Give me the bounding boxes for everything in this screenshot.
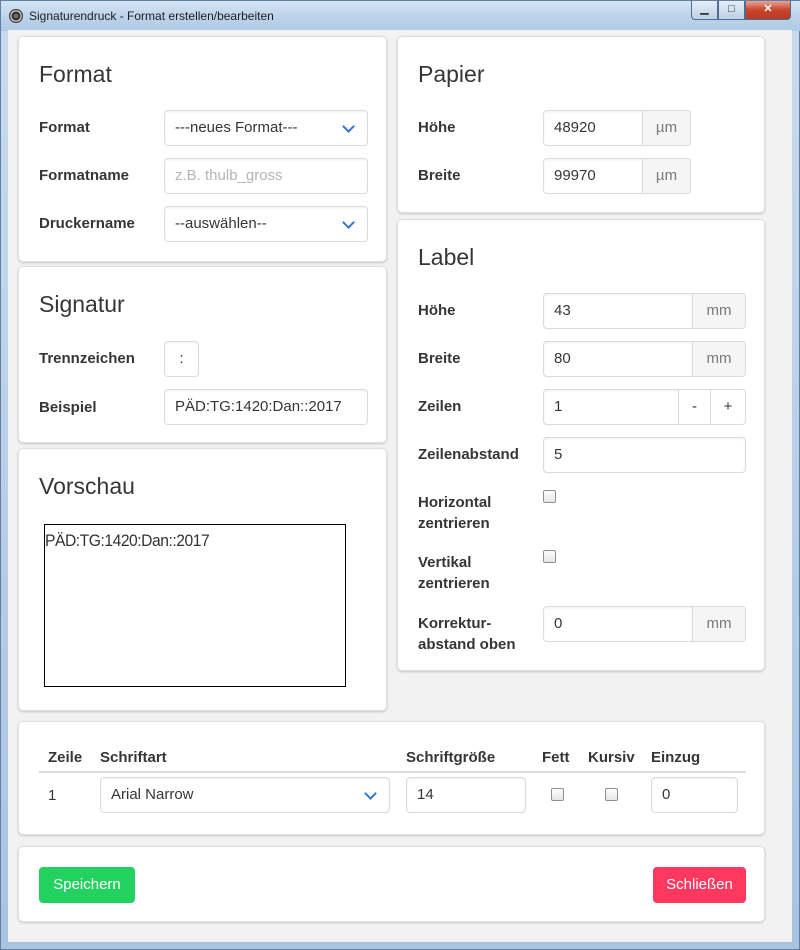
signatur-card: Signatur Trennzeichen : Beispiel PÄD:TG:… (18, 266, 387, 443)
format-card: Format Format ---neues Format--- Formatn… (18, 36, 387, 262)
druckername-select[interactable]: --auswählen-- (164, 206, 368, 242)
label-card: Label Höhe 43 mm Breite 80 mm Zeilen 1 -… (397, 219, 765, 671)
druckername-select-value: --auswählen-- (175, 215, 267, 232)
zeilen-table-card: Zeile Schriftart Schriftgröße Fett Kursi… (18, 721, 765, 835)
label-preview-box: PÄD:TG:1420:Dan::2017 (44, 524, 346, 687)
papier-hoehe-label: Höhe (418, 119, 456, 136)
col-header-zeile: Zeile (48, 749, 83, 766)
chevron-down-icon (342, 120, 355, 133)
papier-hoehe-input[interactable]: 48920 (543, 110, 643, 146)
horizontal-label-line1: Horizontal (418, 494, 492, 511)
label-breite-label: Breite (418, 350, 461, 367)
format-card-title: Format (39, 61, 112, 87)
row-schriftgroesse-input[interactable]: 14 (406, 777, 526, 813)
trennzeichen-label: Trennzeichen (39, 350, 135, 367)
korrekturabstand-label: Korrektur- abstand oben (418, 613, 516, 655)
korrekturabstand-input[interactable]: 0 (543, 606, 693, 642)
signatur-card-title: Signatur (39, 291, 125, 317)
row-zeile-value: 1 (48, 787, 57, 804)
window-client-area: Format Format ---neues Format--- Formatn… (8, 30, 792, 942)
close-window-button[interactable]: ✕ (745, 1, 791, 20)
papier-card: Papier Höhe 48920 µm Breite 99970 µm (397, 36, 765, 213)
korrektur-label-line2: abstand oben (418, 636, 516, 653)
vorschau-card: Vorschau PÄD:TG:1420:Dan::2017 (18, 448, 387, 711)
save-button[interactable]: Speichern (39, 867, 135, 903)
vertikal-label-line2: zentrieren (418, 575, 490, 592)
korrektur-label-line1: Korrektur- (418, 615, 492, 632)
druckername-label: Druckername (39, 215, 135, 232)
zeilen-label: Zeilen (418, 398, 462, 415)
col-header-kursiv: Kursiv (588, 749, 635, 766)
beispiel-label: Beispiel (39, 399, 97, 416)
formatname-label: Formatname (39, 167, 130, 184)
horizontal-label-line2: zentrieren (418, 515, 490, 532)
maximize-button[interactable]: □ (718, 1, 745, 20)
chevron-down-icon (342, 216, 355, 229)
vertikal-zentrieren-checkbox[interactable] (543, 550, 556, 563)
label-breite-unit: mm (692, 341, 746, 377)
format-label: Format (39, 119, 90, 136)
label-hoehe-label: Höhe (418, 302, 456, 319)
trennzeichen-input[interactable]: : (164, 341, 199, 377)
label-breite-input[interactable]: 80 (543, 341, 693, 377)
papier-hoehe-unit: µm (642, 110, 691, 146)
format-select-value: ---neues Format--- (175, 119, 298, 136)
zeilen-increment-button[interactable]: + (710, 389, 746, 425)
chevron-down-icon (364, 787, 377, 800)
close-button[interactable]: Schließen (653, 867, 746, 903)
zeilenabstand-label: Zeilenabstand (418, 446, 519, 463)
vorschau-card-title: Vorschau (39, 473, 135, 499)
formatname-input[interactable]: z.B. thulb_gross (164, 158, 368, 194)
table-header-divider (39, 771, 746, 773)
label-hoehe-input[interactable]: 43 (543, 293, 693, 329)
papier-breite-unit: µm (642, 158, 691, 194)
col-header-fett: Fett (542, 749, 570, 766)
window-title: Signaturendruck - Format erstellen/bearb… (29, 9, 274, 23)
vertikal-label-line1: Vertikal (418, 554, 472, 571)
papier-breite-label: Breite (418, 167, 461, 184)
col-header-schriftgroesse: Schriftgröße (406, 749, 496, 766)
row-einzug-input[interactable]: 0 (651, 777, 738, 813)
row-fett-checkbox[interactable] (551, 788, 564, 801)
vertikal-zentrieren-label: Vertikal zentrieren (418, 552, 490, 594)
zeilenabstand-input[interactable]: 5 (543, 437, 746, 473)
preview-text: PÄD:TG:1420:Dan::2017 (45, 531, 210, 550)
zeilen-decrement-button[interactable]: - (678, 389, 711, 425)
papier-breite-input[interactable]: 99970 (543, 158, 643, 194)
horizontal-zentrieren-label: Horizontal zentrieren (418, 492, 491, 534)
row-schriftart-value: Arial Narrow (111, 786, 194, 803)
actions-card: Speichern Schließen (18, 846, 765, 922)
zeilen-input[interactable]: 1 (543, 389, 679, 425)
col-header-einzug: Einzug (651, 749, 701, 766)
row-kursiv-checkbox[interactable] (605, 788, 618, 801)
minimize-button[interactable]: ▁ (691, 1, 718, 20)
beispiel-input[interactable]: PÄD:TG:1420:Dan::2017 (164, 389, 368, 425)
title-bar[interactable]: Signaturendruck - Format erstellen/bearb… (1, 1, 800, 31)
app-icon (9, 9, 23, 23)
papier-card-title: Papier (418, 61, 485, 87)
label-hoehe-unit: mm (692, 293, 746, 329)
horizontal-zentrieren-checkbox[interactable] (543, 490, 556, 503)
label-card-title: Label (418, 244, 475, 270)
korrekturabstand-unit: mm (692, 606, 746, 642)
format-select[interactable]: ---neues Format--- (164, 110, 368, 146)
col-header-schriftart: Schriftart (100, 749, 167, 766)
row-schriftart-select[interactable]: Arial Narrow (100, 777, 390, 813)
